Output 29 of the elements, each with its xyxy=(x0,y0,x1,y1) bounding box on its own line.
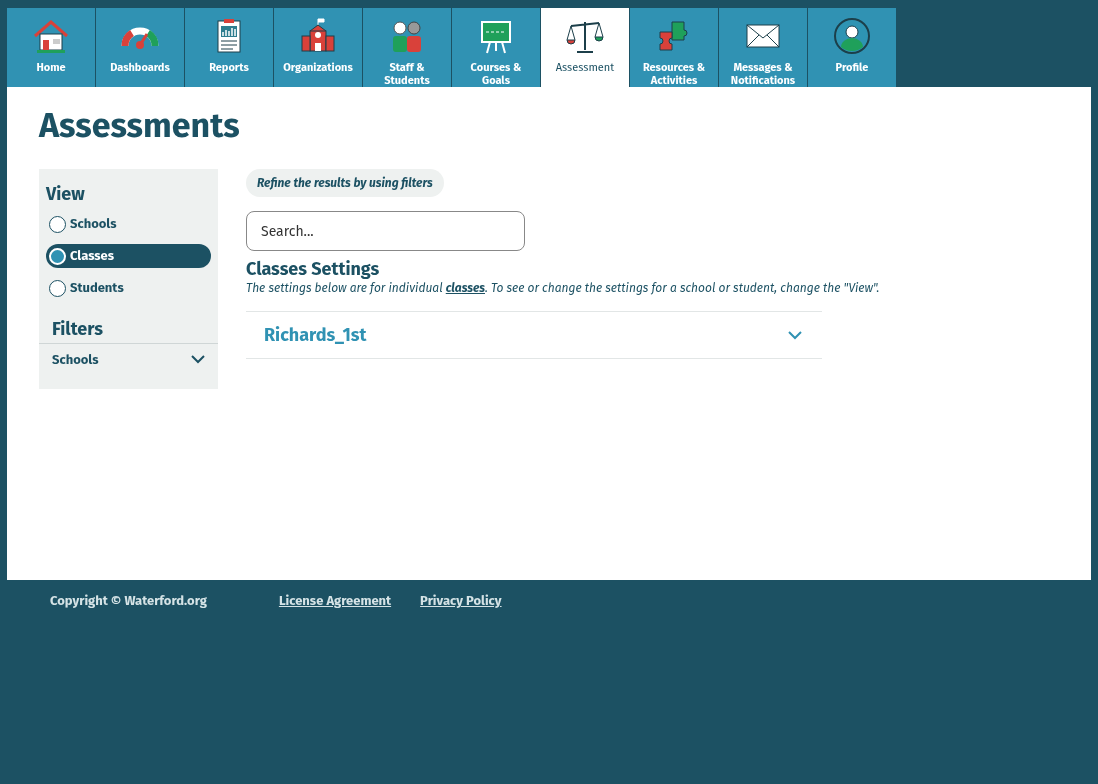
footer-link[interactable]: License Agreement xyxy=(278,591,392,611)
nav-tab[interactable]: Assessment xyxy=(541,8,630,87)
view-radio[interactable]: Students xyxy=(46,276,211,300)
nav-tab[interactable]: Reports xyxy=(185,8,274,87)
chevron-icon xyxy=(788,330,802,340)
search-field[interactable]: Search... xyxy=(246,211,525,251)
nav-tab[interactable]: Courses & Goals xyxy=(452,8,541,87)
classes-link[interactable]: classes xyxy=(445,281,485,295)
nav-tab[interactable]: Dashboards xyxy=(96,8,185,87)
user-avatar-icon xyxy=(832,16,872,56)
copyright-text: Copyright © Waterford.org xyxy=(50,592,207,610)
nav-tab[interactable]: Organizations xyxy=(274,8,363,87)
filters-heading: Filters xyxy=(51,317,104,342)
nav-tab[interactable]: Home xyxy=(7,8,96,87)
view-radio[interactable]: Classes xyxy=(46,244,211,268)
filter-hint: Refine the results by using filters xyxy=(246,169,444,197)
nav-tab[interactable]: Resources & Activities xyxy=(630,8,719,87)
page-title: Assessments xyxy=(39,107,241,145)
settings-description: The settings below are for individual classes. To see or change the settings for a school or student, change the "View". xyxy=(246,280,881,297)
nav-tab[interactable]: Staff & Students xyxy=(363,8,452,87)
nav-tab[interactable]: Messages & Notifications xyxy=(719,8,808,87)
filter-dropdown[interactable]: Schools xyxy=(39,343,218,375)
nav-tab[interactable]: Profile xyxy=(808,8,897,87)
view-radio[interactable]: Schools xyxy=(46,212,211,236)
chevron-icon xyxy=(191,355,205,364)
footer-link[interactable]: Privacy Policy xyxy=(420,591,502,611)
settings-title: Classes Settings xyxy=(246,259,381,279)
view-heading: View xyxy=(45,182,86,207)
class-accordion-row[interactable]: Richards_1st xyxy=(246,312,822,358)
